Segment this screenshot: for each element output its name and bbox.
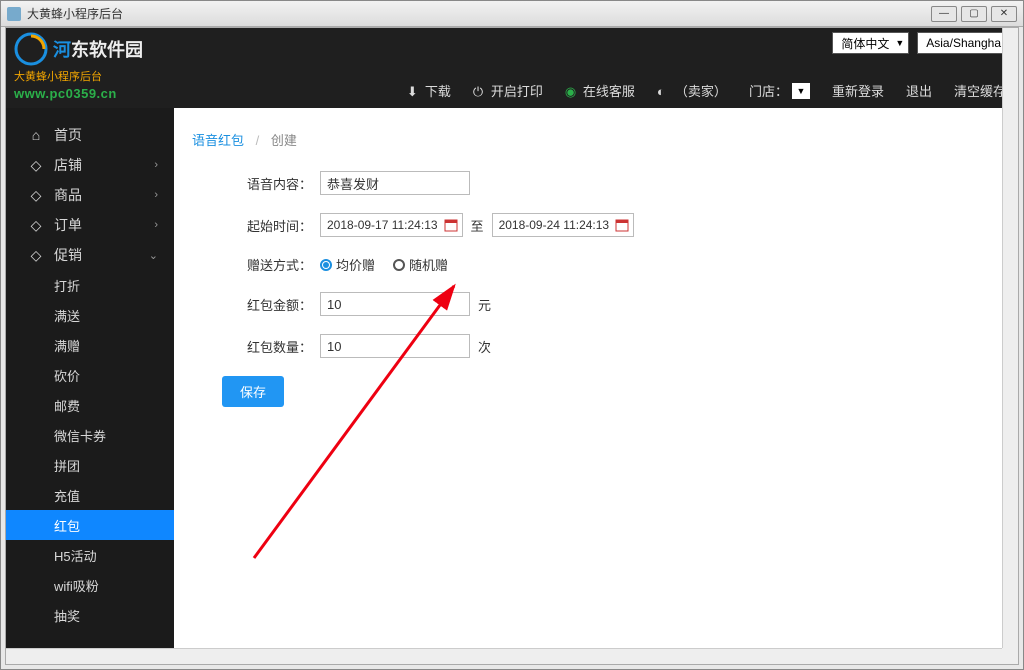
app-window: 大黄蜂小程序后台 — ▢ ✕ 河东软件园 大黄蜂小程序后台 www.pc0359… [0, 0, 1024, 670]
row-count: 红包数量： 次 [222, 334, 1000, 358]
sidebar-sub-redpacket[interactable]: 红包 [6, 510, 174, 540]
top-bar: 河东软件园 大黄蜂小程序后台 www.pc0359.cn 简体中文▼ Asia/… [6, 28, 1018, 108]
chevron-right-icon: › [154, 189, 158, 201]
radio-icon [320, 259, 332, 271]
main-panel: 语音红包 / 创建 语音内容： 起始时间： 2018-09-17 11:24:1… [174, 108, 1018, 664]
relogin-link[interactable]: 重新登录 [832, 81, 884, 100]
store-select[interactable]: 门店： ▼ [749, 81, 810, 100]
promotion-icon: ◇ [28, 247, 44, 263]
sidebar-sub-wechat-card[interactable]: 微信卡券 [6, 420, 174, 450]
title-bar: 大黄蜂小程序后台 — ▢ ✕ [1, 1, 1023, 27]
top-links: ⬇ 下载 ⏻ 开启打印 ◉ 在线客服 ◐ （卖家） 门店： ▼ [407, 81, 1006, 100]
voice-input[interactable] [320, 171, 470, 195]
maximize-button[interactable]: ▢ [961, 6, 987, 22]
sidebar-sub-shipping[interactable]: 邮费 [6, 390, 174, 420]
sidebar-sub-groupbuy[interactable]: 拼团 [6, 450, 174, 480]
download-icon: ⬇ [407, 84, 421, 98]
home-icon: ⌂ [28, 127, 44, 143]
window-title: 大黄蜂小程序后台 [27, 5, 123, 22]
breadcrumb: 语音红包 / 创建 [192, 130, 1000, 149]
start-time-label: 起始时间： [222, 216, 312, 235]
power-icon: ⏻ [473, 84, 487, 98]
sidebar-item-goods[interactable]: ◇ 商品 › [6, 180, 174, 210]
calendar-icon [615, 218, 629, 232]
row-save: 保存 [222, 376, 1000, 407]
sidebar-sub-fullsend[interactable]: 满送 [6, 300, 174, 330]
voice-label: 语音内容： [222, 174, 312, 193]
sidebar-sub-recharge[interactable]: 充值 [6, 480, 174, 510]
amount-input[interactable] [320, 292, 470, 316]
vertical-scrollbar[interactable] [1002, 28, 1018, 648]
user-icon: ◐ [657, 84, 671, 98]
sidebar-sub-wifi[interactable]: wifi吸粉 [6, 570, 174, 600]
timezone-select[interactable]: Asia/Shangha [917, 32, 1006, 54]
caret-down-icon: ▼ [895, 38, 904, 48]
sidebar-sub-discount[interactable]: 打折 [6, 270, 174, 300]
clear-cache-link[interactable]: 清空缓存 [954, 81, 1006, 100]
count-input[interactable] [320, 334, 470, 358]
download-link[interactable]: ⬇ 下载 [407, 81, 451, 100]
logo-url: www.pc0359.cn [14, 86, 143, 101]
logout-link[interactable]: 退出 [906, 81, 932, 100]
chevron-right-icon: › [154, 219, 158, 231]
radio-equal[interactable]: 均价赠 [320, 255, 375, 274]
count-label: 红包数量： [222, 337, 312, 356]
orders-icon: ◇ [28, 217, 44, 233]
amount-unit: 元 [478, 295, 491, 314]
sidebar: ⌂ 首页 ◇ 店铺 › ◇ 商品 › ◇ 订单 [6, 108, 174, 664]
seller-link[interactable]: ◐ （卖家） [657, 81, 727, 100]
sidebar-item-orders[interactable]: ◇ 订单 › [6, 210, 174, 240]
logo-title: 河东软件园 [14, 32, 143, 66]
sidebar-sub-bargain[interactable]: 砍价 [6, 360, 174, 390]
save-button[interactable]: 保存 [222, 376, 284, 407]
goods-icon: ◇ [28, 187, 44, 203]
logo-subtitle: 大黄蜂小程序后台 [14, 68, 143, 84]
print-link[interactable]: ⏻ 开启打印 [473, 81, 543, 100]
calendar-icon [444, 218, 458, 232]
to-label: 至 [471, 216, 484, 235]
horizontal-scrollbar[interactable] [6, 648, 1002, 664]
radio-random[interactable]: 随机赠 [393, 255, 448, 274]
radio-icon [393, 259, 405, 271]
breadcrumb-current: 创建 [271, 133, 297, 148]
give-label: 赠送方式： [222, 255, 312, 274]
row-amount: 红包金额： 元 [222, 292, 1000, 316]
app-icon [7, 7, 21, 21]
logo-area: 河东软件园 大黄蜂小程序后台 www.pc0359.cn [14, 32, 143, 101]
content-frame: 河东软件园 大黄蜂小程序后台 www.pc0359.cn 简体中文▼ Asia/… [5, 27, 1019, 665]
logo-icon [14, 32, 48, 66]
breadcrumb-sep: / [256, 133, 260, 148]
body-row: ⌂ 首页 ◇ 店铺 › ◇ 商品 › ◇ 订单 [6, 108, 1018, 664]
count-unit: 次 [478, 337, 491, 356]
scroll-corner [1002, 648, 1018, 664]
row-time: 起始时间： 2018-09-17 11:24:13 至 2018-09-24 1… [222, 213, 1000, 237]
breadcrumb-link[interactable]: 语音红包 [192, 133, 244, 148]
sidebar-item-promotion[interactable]: ◇ 促销 ⌄ [6, 240, 174, 270]
shop-icon: ◇ [28, 157, 44, 173]
amount-label: 红包金额： [222, 295, 312, 314]
chevron-right-icon: › [154, 159, 158, 171]
service-link[interactable]: ◉ 在线客服 [565, 81, 635, 100]
sidebar-item-shop[interactable]: ◇ 店铺 › [6, 150, 174, 180]
end-date-input[interactable]: 2018-09-24 11:24:13 [492, 213, 635, 237]
minimize-button[interactable]: — [931, 6, 957, 22]
row-voice: 语音内容： [222, 171, 1000, 195]
close-button[interactable]: ✕ [991, 6, 1017, 22]
caret-down-icon: ▼ [792, 83, 810, 99]
sidebar-top: ⌂ 首页 ◇ 店铺 › ◇ 商品 › ◇ 订单 [6, 108, 174, 630]
sidebar-item-home[interactable]: ⌂ 首页 [6, 120, 174, 150]
language-select[interactable]: 简体中文▼ [832, 32, 909, 54]
sidebar-sub-h5[interactable]: H5活动 [6, 540, 174, 570]
wechat-icon: ◉ [565, 84, 579, 98]
row-give: 赠送方式： 均价赠 随机赠 [222, 255, 1000, 274]
sidebar-sub-lottery[interactable]: 抽奖 [6, 600, 174, 630]
start-date-input[interactable]: 2018-09-17 11:24:13 [320, 213, 463, 237]
sidebar-sub-fullgift[interactable]: 满赠 [6, 330, 174, 360]
top-right-controls: 简体中文▼ Asia/Shangha [832, 32, 1006, 54]
chevron-down-icon: ⌄ [149, 249, 158, 262]
